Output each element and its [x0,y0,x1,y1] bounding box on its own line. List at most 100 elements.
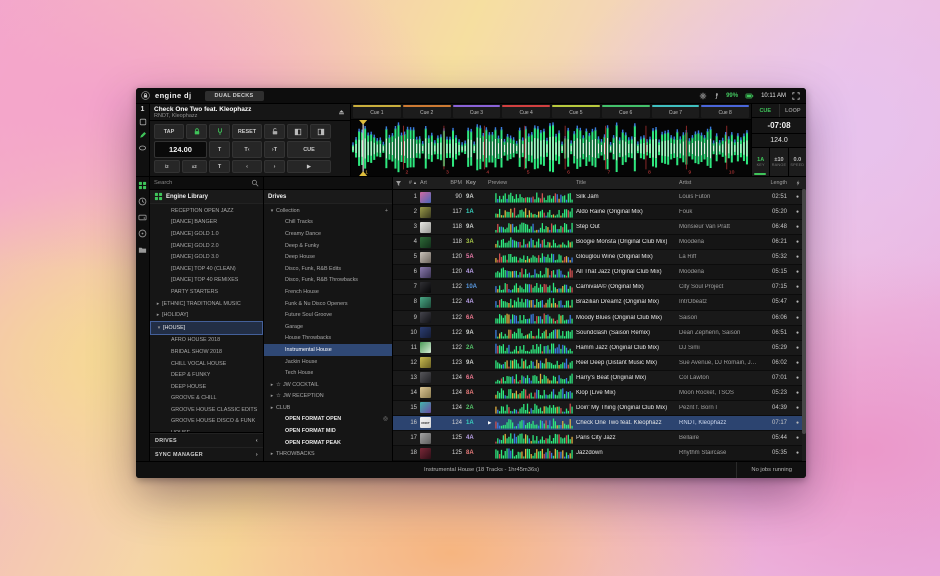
column-header-num[interactable]: # ▲ [403,180,420,186]
track-preview-waveform[interactable]: ▶ [488,417,576,429]
track-preview-waveform[interactable] [488,191,576,203]
playlist-item[interactable]: Funk & Nu Disco Openers [264,298,392,310]
engine-icon[interactable] [138,181,147,190]
track-preview-waveform[interactable] [488,342,576,354]
bpm-half-button[interactable]: /2 [154,160,180,173]
sidebar-item[interactable]: ▸[HOLIDAY] [150,309,263,321]
table-row[interactable]: 16RNDT1241A▶Check One Two feat. Kleophaz… [393,416,806,431]
column-header-preview[interactable]: Preview [488,180,576,186]
track-preview-waveform[interactable] [488,251,576,263]
edit-pencil-icon[interactable] [139,131,147,139]
sync-badge-icon[interactable]: ◎ [383,416,390,422]
deck-info-speed[interactable]: 0.0SPEED [789,148,806,176]
sidebar-item[interactable]: DEEP & FUNKY [150,369,263,381]
track-preview-waveform[interactable] [488,266,576,278]
chevron-right-icon[interactable]: ▸ [154,312,162,318]
table-row[interactable]: 91226AMoody Blues (Original Club Mix)Sai… [393,311,806,326]
history-icon[interactable] [138,197,147,206]
cue-pad-4[interactable]: Cue 4 [502,105,550,118]
lock-icon[interactable] [141,91,150,100]
sidebar-item[interactable]: [DANCE] GOLD 3.0 [150,251,263,263]
sidebar-item[interactable]: GROOVE & CHILL [150,393,263,405]
search-input[interactable]: Search [150,177,263,190]
table-row[interactable]: 61204AAll That Jazz (Original Club Mix)M… [393,265,806,280]
chevron-down-icon[interactable]: ▾ [268,208,276,214]
settings-gear-icon[interactable] [699,92,707,100]
sidebar-item[interactable]: RECEPTION OPEN JAZZ [150,205,263,217]
playlist-item[interactable]: House Throwbacks [264,333,392,345]
table-row[interactable]: 31189AStep OutMonsieur Van Pratt06:48● [393,220,806,235]
table-row[interactable]: 151242ADoin' My Thing (Original Club Mix… [393,401,806,416]
track-preview-waveform[interactable] [488,372,576,384]
deck-info-range[interactable]: ±10RANGE [770,148,788,176]
track-preview-waveform[interactable] [488,387,576,399]
beatgrid-shift-left-button[interactable]: T‹ [232,141,262,158]
sidebar-item[interactable]: CHILL VOCAL HOUSE [150,358,263,370]
chevron-right-icon[interactable]: ▸ [268,405,276,411]
playlist-item[interactable]: Disco, Funk, R&B Throwbacks [264,275,392,287]
cue-mode-label[interactable]: CUE [752,104,779,117]
sidebar-item[interactable]: [DANCE] BANGER [150,217,263,229]
sidebar-item[interactable]: [DANCE] TOP 40 REMIXES [150,275,263,287]
waveform[interactable]: 12345678910 [351,120,751,176]
cue-pad-2[interactable]: Cue 2 [403,105,451,118]
eject-icon[interactable] [337,108,346,116]
track-preview-waveform[interactable] [488,296,576,308]
playlist-item[interactable]: Deep & Funky [264,240,392,252]
chevron-right-icon[interactable]: ▸ [154,301,162,307]
column-header-art[interactable]: Art [420,180,438,186]
cue-pad-5[interactable]: Cue 5 [552,105,600,118]
pitch-fork-icon[interactable] [209,124,230,139]
sidebar-item[interactable]: PARTY STARTERS [150,286,263,298]
playlist-item[interactable]: ▸CLUB [264,402,392,414]
table-row[interactable]: 181258AJazzdownRhythm Staircase05:35● [393,446,806,461]
tab-dual-decks[interactable]: DUAL DECKS [205,91,264,101]
loop-mode-label[interactable]: LOOP [780,104,807,117]
column-header-key[interactable]: Key [466,180,488,186]
sidebar-item[interactable]: GROOVE HOUSE CLASSIC EDITS [150,404,263,416]
playlist-item[interactable]: French House [264,286,392,298]
track-preview-waveform[interactable] [488,221,576,233]
play-button[interactable]: ▶ [287,160,331,173]
loop-view-icon[interactable] [138,144,147,152]
tap-button[interactable]: TAP [154,124,184,139]
sidebar-item[interactable]: [DANCE] TOP 40 (CLEAN) [150,263,263,275]
deck-info-key[interactable]: 1AKEY [752,148,770,176]
table-row[interactable]: 712210ACarnivalÃ© (Original Mix)City Sou… [393,280,806,295]
chevron-right-icon[interactable]: ▸ [268,451,276,457]
info-icon[interactable] [713,92,720,100]
disc-icon[interactable] [138,229,147,238]
hotcue-view-icon[interactable] [139,118,147,126]
column-header-bolt-icon[interactable] [791,179,804,187]
column-header-length[interactable]: Length [761,180,791,186]
playlist-item[interactable]: ▾Collection+ [264,205,392,217]
sidebar-item-sync-manager[interactable]: SYNC MANAGER› [150,447,263,461]
track-preview-waveform[interactable] [488,236,576,248]
sidebar-item[interactable]: [DANCE] GOLD 1.0 [150,228,263,240]
playlist-item[interactable]: Instrumental House [264,344,392,356]
track-preview-waveform[interactable] [488,402,576,414]
track-preview-waveform[interactable] [488,432,576,444]
track-preview-waveform[interactable] [488,312,576,324]
table-row[interactable]: 121239AReel Deep (Distant Music Mix)Sue … [393,356,806,371]
playlist-item[interactable]: ▸THROWBACKS [264,448,392,460]
playlist-item[interactable]: OPEN FORMAT MID [264,425,392,437]
table-row[interactable]: 51205AGlouglou Wine (Original Mix)La Rif… [393,250,806,265]
playlist-item[interactable]: OPEN FORMAT OPEN◎ [264,414,392,426]
sidebar-item[interactable]: AFRO HOUSE 2018 [150,335,263,347]
beatgrid-button[interactable]: T [209,141,230,158]
grid-anchor-button[interactable]: T [209,160,230,173]
table-row[interactable]: 141248AKlop (Live Mix)Moon Rocket, TSOS0… [393,386,806,401]
playlist-item[interactable]: ▸☆JW RECEPTION [264,391,392,403]
track-preview-waveform[interactable] [488,447,576,459]
playlist-item[interactable]: ▸☆JW COCKTAIL [264,379,392,391]
table-row[interactable]: 171254AParis City JazzBellaire05:44● [393,431,806,446]
playlist-item[interactable]: Creamy Dance [264,228,392,240]
track-preview-waveform[interactable] [488,357,576,369]
playlist-item[interactable]: Garage [264,321,392,333]
playlist-item[interactable]: Tech House [264,367,392,379]
sidebar-item[interactable]: BRIDAL SHOW 2018 [150,346,263,358]
bpm-double-button[interactable]: x2 [182,160,208,173]
table-row[interactable]: 111222AHamm Jazz (Original Club Mix)DJ S… [393,341,806,356]
keylock-icon[interactable] [186,124,207,139]
